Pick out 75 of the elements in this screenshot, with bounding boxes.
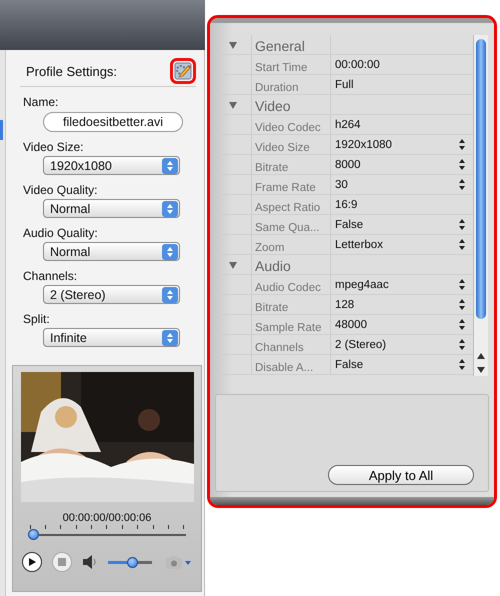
dropdown[interactable]: Normal [43,242,180,261]
property-name: Same Qua... [255,222,320,234]
camera-icon[interactable] [166,555,192,569]
disclosure-triangle-icon[interactable] [228,40,238,50]
property-name: Video Size [255,142,310,154]
property-value[interactable]: 00:00:00 [335,58,380,70]
volume-handle[interactable] [126,556,138,568]
stop-icon [58,558,66,566]
property-name: Video Codec [255,122,321,134]
property-value[interactable]: False [335,358,364,370]
stepper-icon[interactable] [459,239,465,250]
timeline-handle[interactable] [28,529,39,540]
stepper-arrows-icon [162,200,178,216]
stepper-arrows-icon [162,158,178,174]
scroll-down-icon[interactable] [477,367,485,373]
stepper-arrows-icon [162,286,178,302]
dropdown[interactable]: 2 (Stereo) [43,285,180,304]
property-name: Start Time [255,62,308,74]
field-label: Name: [23,95,60,109]
scrollbar[interactable] [473,35,488,376]
time-readout: 00:00:00/00:00:06 [62,512,152,524]
dropdown[interactable]: 1920x1080 [43,156,180,175]
property-name: Audio Codec [255,282,321,294]
stepper-icon[interactable] [459,319,465,330]
dropdown[interactable]: Infinite [43,328,180,347]
property-value[interactable]: 16:9 [335,198,358,210]
property-name: Frame Rate [255,182,316,194]
property-name: Sample Rate [255,322,322,334]
disclosure-triangle-icon[interactable] [228,260,238,270]
apply-to-all-button[interactable]: Apply to All [328,465,474,485]
property-name: Bitrate [255,162,288,174]
section-title: Video [255,98,291,114]
stepper-icon[interactable] [459,359,465,370]
field-label: Video Quality: [23,183,98,197]
property-value[interactable]: 48000 [335,318,367,330]
property-value[interactable]: 1920x1080 [335,138,392,150]
stepper-icon[interactable] [459,339,465,350]
field-label: Audio Quality: [23,226,99,240]
edit-icon[interactable] [170,58,196,84]
section-heading: Profile Settings: [25,64,118,78]
section-title: Audio [255,258,291,274]
stepper-icon[interactable] [459,139,465,150]
property-name: Disable A... [255,362,314,374]
stepper-icon[interactable] [459,219,465,230]
property-value[interactable]: False [335,218,364,230]
disclosure-triangle-icon[interactable] [228,100,238,110]
property-value[interactable]: 2 (Stereo) [335,338,386,350]
property-value[interactable]: 30 [335,178,348,190]
property-value[interactable]: Full [335,78,354,90]
play-icon [27,557,37,567]
stepper-icon[interactable] [459,159,465,170]
stepper-arrows-icon [162,330,178,346]
property-name: Channels [255,342,304,354]
play-button[interactable] [22,552,42,572]
property-name: Duration [255,82,298,94]
property-name: Aspect Ratio [255,202,320,214]
property-value[interactable]: 128 [335,298,354,310]
name-field[interactable]: filedoesitbetter.avi [43,112,183,132]
field-label: Split: [23,312,51,326]
field-label: Video Size: [23,140,84,154]
stepper-icon[interactable] [459,179,465,190]
speaker-icon[interactable] [82,555,98,569]
property-value[interactable]: h264 [335,118,361,130]
property-value[interactable]: Letterbox [335,238,383,250]
property-name: Zoom [255,242,284,254]
property-value[interactable]: 8000 [335,158,361,170]
stepper-icon[interactable] [459,299,465,310]
dropdown[interactable]: Normal [43,199,180,218]
property-value[interactable]: mpeg4aac [335,278,389,290]
field-label: Channels: [23,269,78,283]
stepper-icon[interactable] [459,279,465,290]
stepper-arrows-icon [162,244,178,260]
property-name: Bitrate [255,302,288,314]
scroll-up-icon[interactable] [477,353,485,359]
section-title: General [255,38,305,54]
